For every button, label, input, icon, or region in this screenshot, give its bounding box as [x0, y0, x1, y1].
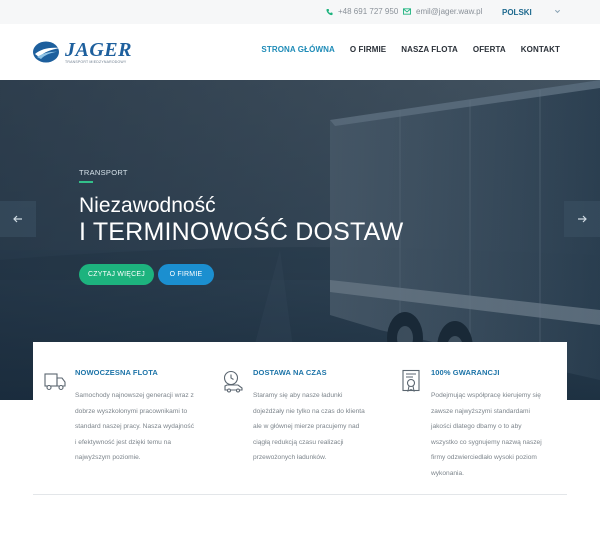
- certificate-icon: [402, 369, 420, 392]
- nav-oferta[interactable]: OFERTA: [473, 45, 506, 54]
- arrow-left-icon: [13, 215, 22, 223]
- phone-contact[interactable]: +48 691 727 950: [326, 7, 398, 16]
- top-contact-bar: +48 691 727 950 emil@jager.waw.pl POLSKI: [0, 0, 600, 24]
- feature-text: Samochody najnowszej generacji wraz z do…: [75, 392, 194, 461]
- nav-strona-glowna[interactable]: STRONA GŁÓWNA: [261, 45, 334, 54]
- feature-title: 100% GWARANCJI: [431, 368, 500, 377]
- language-value: POLSKI: [502, 7, 532, 17]
- phone-number: +48 691 727 950: [338, 7, 399, 16]
- email-contact[interactable]: emil@jager.waw.pl: [403, 7, 482, 16]
- email-address: emil@jager.waw.pl: [416, 7, 483, 16]
- language-select[interactable]: POLSKI: [493, 0, 573, 24]
- arrow-right-icon: [578, 215, 587, 223]
- about-company-button[interactable]: O FIRMIE: [158, 264, 214, 285]
- feature-text: Podejmując współpracę kierujemy się zaws…: [431, 392, 542, 477]
- truck-icon: [44, 373, 66, 391]
- feature-text: Staramy się aby nasze ładunki dojeżdżały…: [253, 392, 365, 461]
- hero-headline-2: I TERMINOWOŚĆ DOSTAW: [79, 218, 404, 246]
- nav-nasza-flota[interactable]: NASZA FLOTA: [401, 45, 458, 54]
- brand-name: JAGER: [65, 38, 132, 61]
- logo-text: JAGER TRANSPORT MIEDZYNARODOWY: [65, 38, 132, 64]
- slider-next-button[interactable]: [564, 201, 600, 237]
- nav-o-firmie[interactable]: O FIRMIE: [350, 45, 386, 54]
- feature-card: 100% GWARANCJI Podejmując współpracę kie…: [389, 342, 567, 494]
- feature-card: NOWOCZESNA FLOTA Samochody najnowszej ge…: [33, 342, 211, 494]
- feature-title: NOWOCZESNA FLOTA: [75, 368, 158, 377]
- logo-swoosh-icon: [33, 41, 60, 63]
- brand-tagline: TRANSPORT MIEDZYNARODOWY: [65, 59, 127, 64]
- slider-prev-button[interactable]: [0, 201, 36, 237]
- feature-title: DOSTAWA NA CZAS: [253, 368, 327, 377]
- nav-kontakt[interactable]: KONTAKT: [521, 45, 560, 54]
- hero-kicker-underline: [79, 181, 93, 183]
- main-nav: STRONA GŁÓWNA O FIRMIE NASZA FLOTA OFERT…: [246, 45, 560, 54]
- feature-card: DOSTAWA NA CZAS Staramy się aby nasze ła…: [211, 342, 389, 494]
- section-divider: [33, 494, 567, 495]
- hero-kicker: TRANSPORT: [79, 168, 128, 177]
- site-header: JAGER TRANSPORT MIEDZYNARODOWY STRONA GŁ…: [0, 24, 600, 80]
- features-section: NOWOCZESNA FLOTA Samochody najnowszej ge…: [33, 342, 567, 494]
- envelope-icon: [403, 8, 411, 15]
- hero-headline-1: Niezawodność: [79, 194, 216, 217]
- chevron-down-icon: [554, 9, 561, 14]
- phone-icon: [326, 8, 333, 15]
- logo[interactable]: JAGER TRANSPORT MIEDZYNARODOWY: [32, 37, 132, 67]
- read-more-button[interactable]: CZYTAJ WIĘCEJ: [79, 264, 154, 285]
- delivery-clock-icon: [223, 370, 243, 393]
